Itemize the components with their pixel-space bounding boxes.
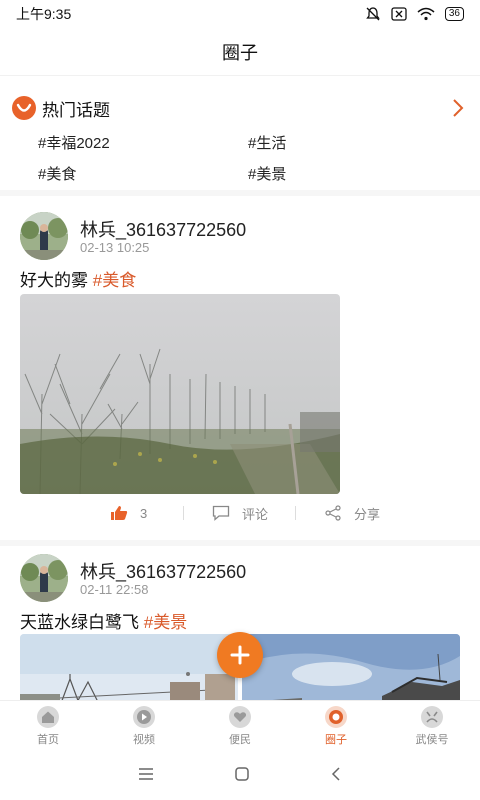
tab-label: 便民 <box>229 734 251 746</box>
post-image[interactable] <box>20 294 340 494</box>
hot-topics-logo-icon <box>12 96 36 120</box>
post-text-content: 好大的雾 <box>20 271 88 290</box>
status-bar: 上午9:35 36 <box>0 0 480 28</box>
tab-circle[interactable]: 圈子 <box>288 701 384 752</box>
home-icon <box>36 706 60 728</box>
tab-label: 首页 <box>37 734 59 746</box>
like-count: 3 <box>140 505 148 521</box>
post-topic-tag[interactable]: #美景 <box>144 613 187 632</box>
post-text: 天蓝水绿白鹭飞 #美景 <box>20 608 187 633</box>
plus-icon <box>230 645 250 665</box>
tab-label: 圈子 <box>325 734 347 746</box>
status-icons: 36 <box>365 6 464 22</box>
home-button-icon[interactable] <box>234 766 250 787</box>
thumbs-up-icon <box>111 506 128 520</box>
share-icon <box>325 505 341 521</box>
post-actions: 3 评论 分享 <box>0 498 480 528</box>
wifi-icon <box>417 7 435 21</box>
comment-button[interactable]: 评论 <box>212 498 268 528</box>
comment-label: 评论 <box>242 506 269 522</box>
mute-icon <box>366 7 380 21</box>
tab-label: 武侯号 <box>415 734 449 746</box>
page-title: 圈子 <box>222 42 258 63</box>
circle-icon <box>324 706 348 728</box>
action-divider <box>295 506 296 520</box>
bottom-tab-bar: 首页 视频 便民 圈子 武侯号 <box>0 700 480 752</box>
avatar[interactable] <box>20 554 68 602</box>
like-button[interactable]: 3 <box>110 498 147 528</box>
hot-topic-tag[interactable]: #幸福2022 <box>38 132 248 153</box>
hot-topic-tag[interactable]: #美食 <box>38 163 248 184</box>
share-button[interactable]: 分享 <box>324 498 380 528</box>
share-label: 分享 <box>354 506 381 522</box>
sim-icon <box>391 7 407 21</box>
tab-wuhou[interactable]: 武侯号 <box>384 701 480 752</box>
system-nav-bar <box>0 752 480 800</box>
post-image[interactable] <box>20 634 238 706</box>
battery-indicator: 36 <box>444 7 464 21</box>
add-post-button[interactable] <box>217 632 263 678</box>
tab-label: 视频 <box>133 734 155 746</box>
status-time: 上午9:35 <box>16 6 72 22</box>
action-divider <box>183 506 184 520</box>
post-text: 好大的雾 #美食 <box>20 266 136 291</box>
post-card[interactable]: 林兵_361637722560 02-13 10:25 好大的雾 #美食 3 评… <box>0 202 480 532</box>
post-text-content: 天蓝水绿白鹭飞 <box>20 613 139 632</box>
hot-topics-section: 热门话题 #幸福2022 #生活 #美食 #美景 <box>0 78 480 196</box>
post-image[interactable] <box>242 634 460 706</box>
comment-icon <box>212 505 230 521</box>
hot-topics-header[interactable]: 热门话题 <box>12 94 470 122</box>
avatar[interactable] <box>20 212 68 260</box>
hot-topic-tags: #幸福2022 #生活 #美食 #美景 <box>38 132 458 184</box>
heart-icon <box>228 706 252 728</box>
post-username[interactable]: 林兵_361637722560 <box>80 558 246 584</box>
page-title-bar: 圈子 <box>0 28 480 76</box>
tab-home[interactable]: 首页 <box>0 701 96 752</box>
hot-topic-tag[interactable]: #美景 <box>248 163 458 184</box>
post-username[interactable]: 林兵_361637722560 <box>80 216 246 242</box>
tab-services[interactable]: 便民 <box>192 701 288 752</box>
profile-icon <box>420 706 444 728</box>
post-topic-tag[interactable]: #美食 <box>93 271 136 290</box>
chevron-right-icon[interactable] <box>446 96 470 120</box>
post-time: 02-11 22:58 <box>80 582 149 597</box>
post-time: 02-13 10:25 <box>80 240 150 255</box>
play-icon <box>132 706 156 728</box>
hot-topics-title: 热门话题 <box>42 100 110 120</box>
back-icon[interactable] <box>330 766 342 787</box>
menu-icon[interactable] <box>138 767 154 786</box>
tab-video[interactable]: 视频 <box>96 701 192 752</box>
hot-topic-tag[interactable]: #生活 <box>248 132 458 153</box>
